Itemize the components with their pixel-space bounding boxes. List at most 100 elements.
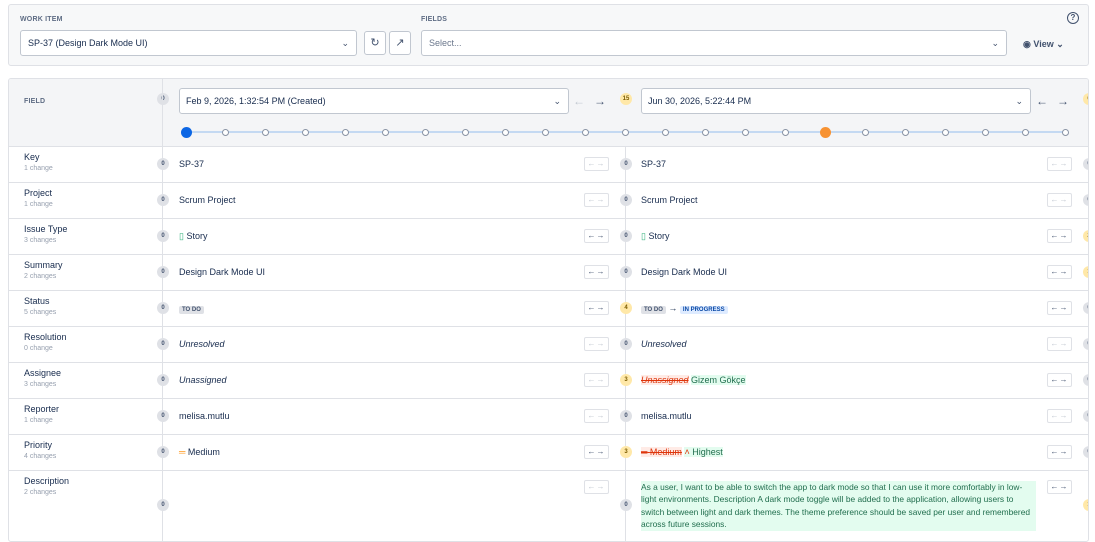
left-value: Scrum Project (179, 195, 236, 205)
timeline-point[interactable] (582, 129, 590, 136)
right-value: SP-37 (641, 159, 667, 169)
right-count-badge: 6 (1083, 93, 1088, 105)
left-nav-arrows[interactable]: ←→ (584, 229, 609, 243)
right-next-arrow-icon[interactable]: → (1057, 94, 1069, 108)
field-name: Description (24, 476, 70, 486)
bookmark-icon: ▯ (179, 231, 184, 241)
left-change-badge: 0 (157, 194, 169, 206)
timeline-point[interactable] (781, 129, 789, 136)
middle-change-badge: 0 (620, 194, 632, 206)
right-nav-arrows[interactable]: ←→ (1047, 409, 1072, 423)
left-nav-arrows[interactable]: ←→ (584, 373, 609, 387)
timeline-point[interactable] (661, 129, 669, 136)
right-nav-arrows[interactable]: ←→ (1047, 480, 1072, 494)
right-nav-arrows[interactable]: ←→ (1047, 373, 1072, 387)
timeline-point[interactable] (1021, 129, 1029, 136)
right-prev-arrow-icon[interactable]: ← (1036, 94, 1048, 108)
left-change-badge: 0 (157, 410, 169, 422)
left-change-badge: 0 (157, 158, 169, 170)
work-item-value: SP-37 (Design Dark Mode UI) (28, 38, 148, 48)
timeline-point[interactable] (741, 129, 749, 136)
table-row: Resolution 0 change 0 Unresolved ←→ 0 Un… (9, 327, 1088, 363)
removed-value: ═ Medium (641, 447, 682, 457)
left-change-badge: 0 (157, 374, 169, 386)
fields-select[interactable]: Select... ⌄ (421, 30, 1007, 56)
timeline-point[interactable] (382, 129, 390, 136)
right-nav-arrows[interactable]: ←→ (1047, 265, 1072, 279)
left-nav-arrows[interactable]: ←→ (584, 265, 609, 279)
right-nav-arrows[interactable]: ←→ (1047, 337, 1072, 351)
work-item-select[interactable]: SP-37 (Design Dark Mode UI) ⌄ (20, 30, 357, 56)
right-change-badge: 2 (1083, 230, 1088, 242)
timeline-point[interactable] (622, 129, 629, 136)
right-nav-arrows[interactable]: ←→ (1047, 229, 1072, 243)
timeline-point[interactable] (262, 129, 270, 136)
work-item-label: WORK ITEM (20, 16, 63, 23)
field-column-header: FIELD (24, 98, 46, 105)
timeline-point[interactable] (342, 129, 350, 136)
right-value: ═ Medium ˄ Highest (641, 447, 723, 457)
left-prev-arrow-icon[interactable]: ← (573, 94, 585, 108)
timeline-point[interactable] (701, 129, 709, 136)
timeline-point[interactable] (222, 129, 230, 136)
field-name: Project (24, 188, 53, 198)
timeline-point[interactable] (861, 129, 869, 136)
priority-text: Medium (187, 447, 220, 457)
timeline-point[interactable] (941, 129, 949, 136)
view-button[interactable]: ◉ View ⌄ (1023, 39, 1064, 50)
timeline-point[interactable] (302, 129, 310, 136)
right-nav-arrows[interactable]: ←→ (1047, 301, 1072, 315)
timeline-point[interactable] (462, 129, 470, 136)
view-label: View (1033, 39, 1054, 49)
right-nav-arrows[interactable]: ←→ (1047, 193, 1072, 207)
timeline-point[interactable] (502, 129, 510, 136)
right-value: ▯ Story (641, 231, 669, 242)
left-nav-arrows[interactable]: ←→ (584, 445, 609, 459)
field-change-count: 2 changes (24, 273, 57, 280)
field-name: Summary (24, 260, 63, 270)
field-name: Assignee (24, 368, 62, 378)
left-nav-arrows[interactable]: ←→ (584, 337, 609, 351)
timeline-point[interactable] (901, 129, 909, 136)
right-nav-arrows[interactable]: ←→ (1047, 157, 1072, 171)
left-change-badge: 0 (157, 266, 169, 278)
table-row: Reporter 1 change 0 melisa.mutlu ←→ 0 me… (9, 399, 1088, 435)
table-row: Issue Type 3 changes 0 ▯ Story ←→ 0 ▯ St… (9, 219, 1088, 255)
left-nav-arrows[interactable]: ←→ (584, 409, 609, 423)
status-lozenge-to: IN PROGRESS (679, 306, 728, 314)
right-timestamp-select[interactable]: Jun 30, 2026, 5:22:44 PM ⌄ (641, 88, 1031, 114)
external-link-icon: ↗ (395, 37, 405, 49)
priority-highest-icon: ˄ (684, 447, 690, 457)
left-timestamp-select[interactable]: Feb 9, 2026, 1:32:54 PM (Created) ⌄ (179, 88, 569, 114)
right-value: Unresolved (641, 339, 687, 349)
timeline-handle-right[interactable] (819, 127, 831, 138)
timeline-point[interactable] (1061, 129, 1069, 136)
right-change-badge: 0 (1083, 446, 1088, 458)
left-nav-arrows[interactable]: ←→ (584, 157, 609, 171)
left-value: melisa.mutlu (179, 411, 230, 421)
chevron-down-icon: ⌄ (553, 96, 561, 106)
field-change-count: 3 changes (24, 237, 57, 244)
left-next-arrow-icon[interactable]: → (594, 94, 606, 108)
issue-type-text: Story (186, 231, 208, 241)
right-value: Scrum Project (641, 195, 698, 205)
field-change-count: 1 change (24, 165, 53, 172)
left-change-badge: 0 (157, 446, 169, 458)
refresh-icon: ↻ (370, 37, 380, 49)
left-value: Unassigned (179, 375, 227, 385)
right-value: Unassigned Gizem Gökçe (641, 375, 746, 385)
left-nav-arrows[interactable]: ←→ (584, 301, 609, 315)
help-icon[interactable]: ? (1067, 12, 1079, 24)
refresh-button[interactable]: ↻ (364, 31, 386, 55)
timeline-point[interactable] (422, 129, 430, 136)
open-external-button[interactable]: ↗ (389, 31, 411, 55)
right-nav-arrows[interactable]: ←→ (1047, 445, 1072, 459)
timeline-point[interactable] (542, 129, 550, 136)
timeline-point[interactable] (981, 129, 989, 136)
priority-medium-icon: ═ (179, 447, 186, 457)
left-nav-arrows[interactable]: ←→ (584, 193, 609, 207)
timeline-handle-left[interactable] (180, 127, 192, 138)
left-value: ▯ Story (179, 231, 207, 242)
field-name: Status (24, 296, 50, 306)
left-nav-arrows[interactable]: ←→ (584, 480, 609, 494)
